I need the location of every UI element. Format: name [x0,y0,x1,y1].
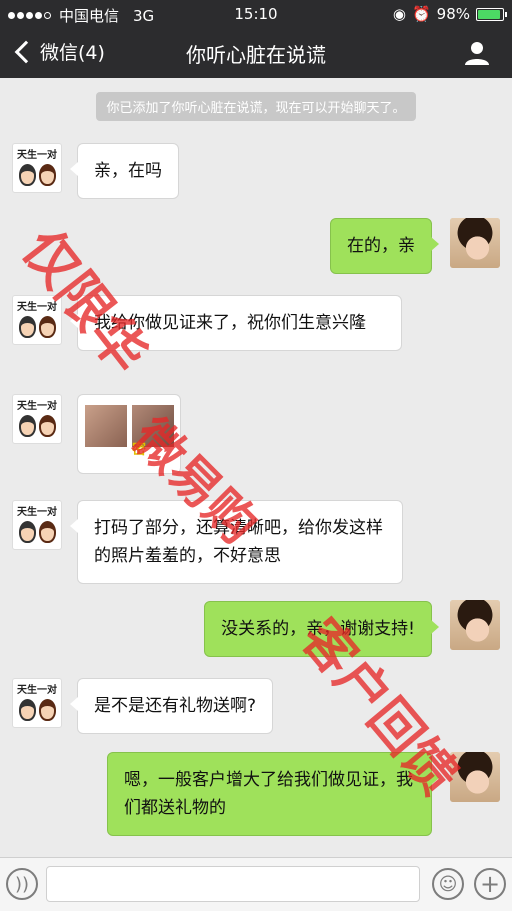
my-avatar[interactable] [450,218,500,268]
contact-avatar[interactable]: 天生一对 [12,678,62,728]
emoji-icon[interactable]: ☺ [432,868,464,900]
message-bubble-incoming[interactable]: 打码了部分，还算清晰吧，给你发这样的照片羞羞的，不好意思 [70,500,403,584]
chat-title: 你听心脏在说谎 [186,43,326,67]
image-message[interactable]: 密 [77,394,181,474]
contact-avatar[interactable]: 天生一对 [12,143,62,193]
system-notice-row: 你已添加了你听心脏在说谎，现在可以开始聊天了。 [0,92,512,121]
contact-avatar[interactable]: 天生一对 [12,295,62,345]
plus-icon[interactable]: + [474,868,506,900]
battery-percent: 98% [436,5,470,23]
alarm-icon: ⏰ [411,5,431,23]
person-icon[interactable] [464,40,490,66]
message-input[interactable] [46,866,420,902]
photo-thumbnail [85,405,127,447]
message-bubble-outgoing[interactable]: 在的，亲 [330,218,439,274]
nav-bar: 微信(4) 你听心脏在说谎 [0,28,512,78]
my-avatar[interactable] [450,752,500,802]
battery-icon [476,7,507,21]
status-bar: 中国电信 3G 15:10 ◉ ⏰ 98% [0,0,512,28]
contact-avatar[interactable]: 天生一对 [12,500,62,550]
lock-rotation-icon: ◉ [392,5,406,23]
message-bubble-incoming[interactable]: 是不是还有礼物送啊? [69,678,274,734]
message-bubble-incoming[interactable]: 我给你做见证来了，祝你们生意兴隆 [70,295,402,351]
input-bar: )) ☺ + [0,857,512,911]
message-bubble-incoming[interactable]: 亲，在吗 [70,143,179,199]
status-right: ◉ ⏰ 98% [392,5,507,23]
voice-icon[interactable]: )) [6,868,38,900]
avatar-text: 天生一对 [17,150,57,161]
system-notice: 你已添加了你听心脏在说谎，现在可以开始聊天了。 [96,92,416,121]
contact-avatar[interactable]: 天生一对 [12,394,62,444]
message-bubble-outgoing[interactable]: 嗯，一般客户增大了给我们做见证，我们都送礼物的 [107,752,439,836]
message-bubble-outgoing[interactable]: 没关系的，亲，谢谢支持! [204,601,439,657]
my-avatar[interactable] [450,600,500,650]
mosaic-label: 密 [132,442,146,458]
